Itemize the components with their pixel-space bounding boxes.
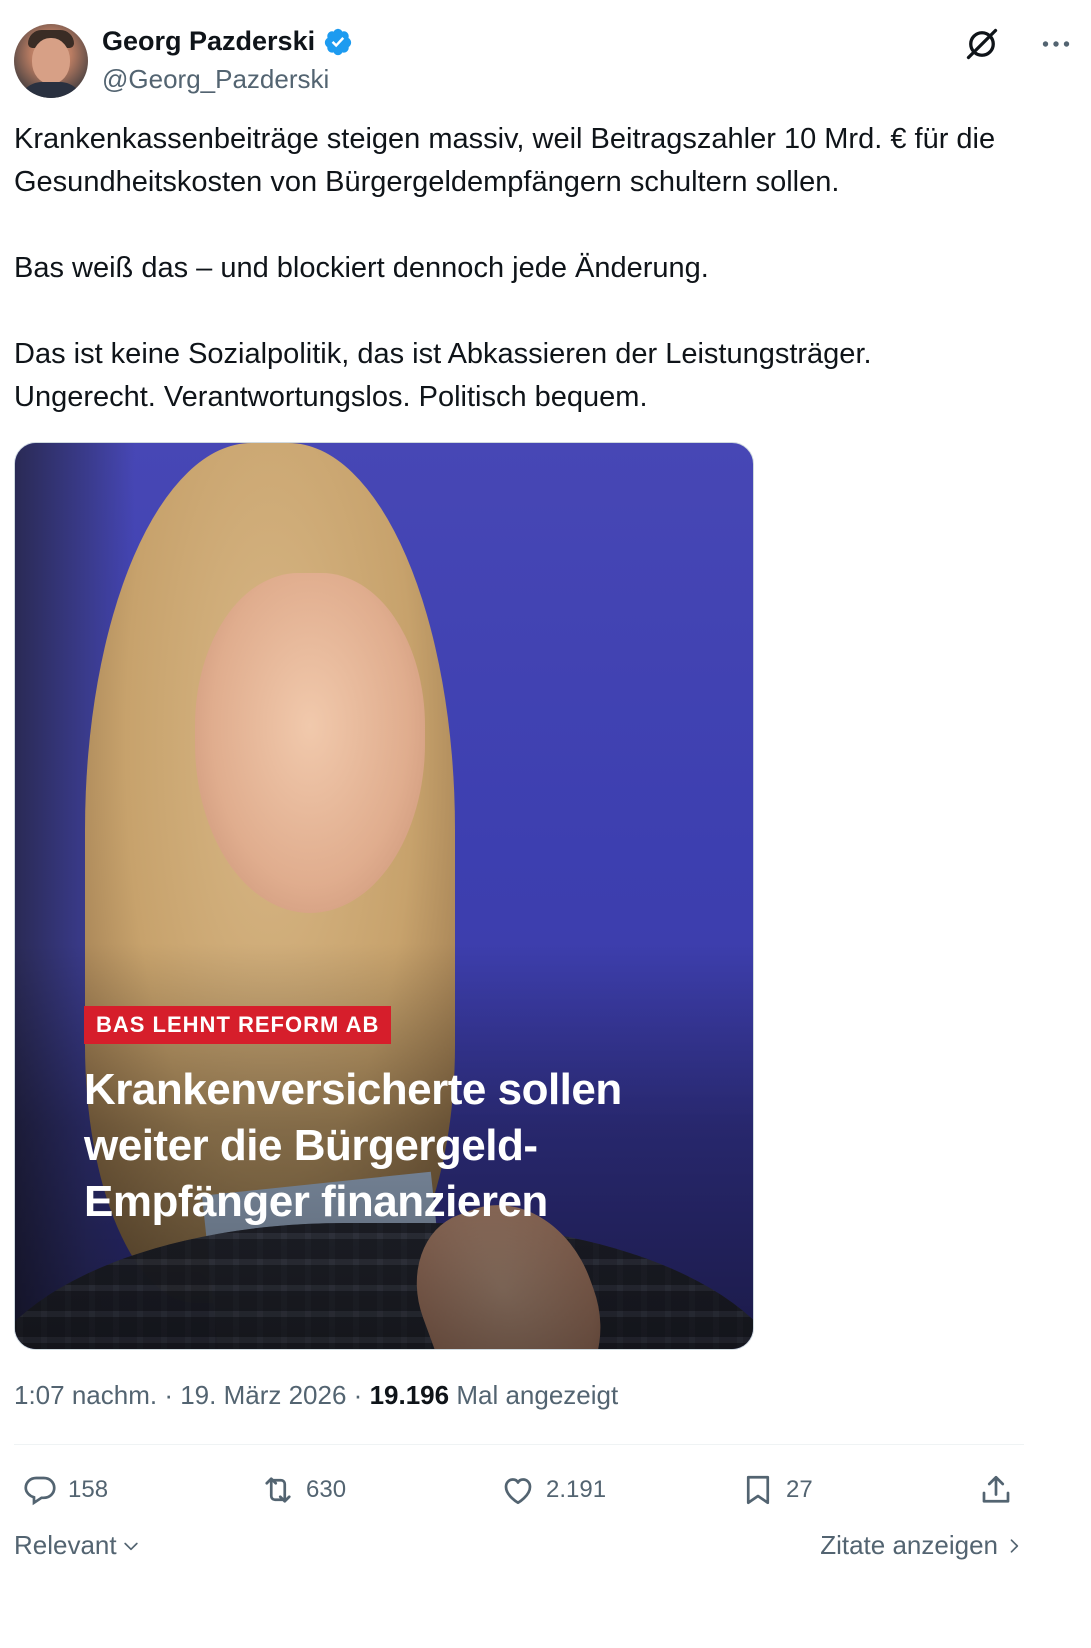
tweet-footer: Relevant Zitate anzeigen <box>14 1526 1024 1566</box>
tweet-text: Krankenkassenbeiträge steigen massiv, we… <box>14 118 1054 419</box>
action-bar: 158 630 2.191 27 <box>14 1462 1024 1518</box>
repost-icon <box>265 1477 291 1503</box>
avatar[interactable] <box>14 24 88 98</box>
bookmark-icon <box>746 1475 770 1505</box>
repost-button[interactable]: 630 <box>260 1462 346 1518</box>
bookmark-button[interactable]: 27 <box>740 1462 813 1518</box>
views-label: Mal angezeigt <box>456 1380 619 1410</box>
chevron-down-icon <box>123 1542 138 1550</box>
image-headline: Krankenversicherte sollen weiter die Bür… <box>84 1065 622 1226</box>
author-name-row: Georg Pazderski <box>102 26 353 57</box>
author-handle[interactable]: @Georg_Pazderski <box>102 64 329 95</box>
share-button[interactable] <box>978 1462 1014 1518</box>
chevron-right-icon <box>1010 1538 1019 1553</box>
bookmark-count: 27 <box>786 1476 813 1503</box>
like-count: 2.191 <box>546 1476 607 1503</box>
reply-count: 158 <box>68 1476 109 1503</box>
views-count: 19.196 <box>369 1380 450 1410</box>
tweet-date[interactable]: 19. März 2026 <box>180 1380 346 1410</box>
sort-dropdown[interactable]: Relevant <box>14 1530 141 1561</box>
tweet-header: Georg Pazderski @Georg_Pazderski <box>14 24 1074 100</box>
author-name[interactable]: Georg Pazderski <box>102 26 315 57</box>
grok-icon[interactable] <box>964 26 1000 62</box>
image-badge: BAS LEHNT REFORM AB <box>84 1006 392 1044</box>
sort-label: Relevant <box>14 1530 117 1560</box>
quotes-label: Zitate anzeigen <box>820 1530 998 1560</box>
tweet-paragraph: Bas weiß das – und blockiert dennoch jed… <box>14 252 709 284</box>
tweet-paragraph: Krankenkassenbeiträge steigen massiv, we… <box>14 123 1004 198</box>
tweet-meta: 1:07 nachm. · 19. März 2026 · 19.196 Mal… <box>14 1380 619 1410</box>
view-quotes-link[interactable]: Zitate anzeigen <box>820 1530 1024 1561</box>
reply-button[interactable]: 158 <box>22 1462 108 1518</box>
more-options-icon[interactable] <box>1038 26 1074 62</box>
share-icon <box>982 1475 1010 1503</box>
heart-icon <box>504 1478 532 1505</box>
reply-icon <box>24 1476 56 1506</box>
tweet-time[interactable]: 1:07 nachm. <box>14 1380 157 1410</box>
tweet-paragraph: Das ist keine Sozialpolitik, das ist Abk… <box>14 338 872 413</box>
like-button[interactable]: 2.191 <box>500 1462 606 1518</box>
verified-badge-icon <box>324 28 352 55</box>
repost-count: 630 <box>306 1476 347 1503</box>
divider <box>14 1444 1024 1445</box>
